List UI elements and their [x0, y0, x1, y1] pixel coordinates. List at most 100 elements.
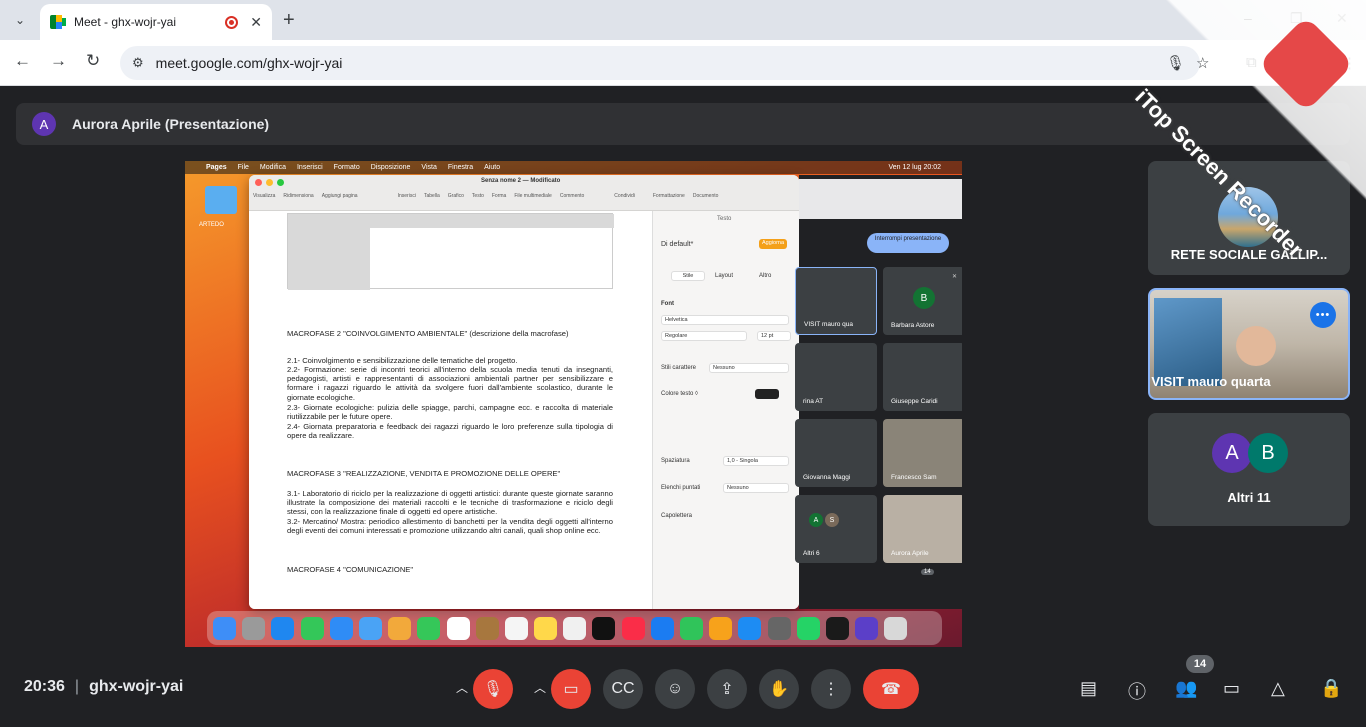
recording-icon [225, 15, 239, 29]
menu-aiuto: Aiuto [484, 164, 501, 171]
bullets-label: Elenchi puntati [661, 485, 701, 491]
reload-icon[interactable]: ↻ [86, 51, 100, 71]
participant-name: VISIT mauro quarta [1151, 374, 1271, 389]
doc-paragraph: 2.4- Giornata preparatoria e feedback de… [287, 422, 613, 441]
tab-stile[interactable]: Stile [671, 271, 705, 281]
raise-hand-button[interactable]: ✋ [759, 669, 799, 709]
font-weight-select[interactable]: Regolare [661, 331, 747, 341]
forward-arrow-icon[interactable]: → [50, 51, 67, 71]
reminders-icon [504, 616, 528, 640]
font-name-select[interactable]: Helvetica [661, 315, 789, 325]
bullets-select[interactable]: Nessuno [723, 483, 789, 493]
mirror-stop-presenting: Interrompi presentazione [867, 233, 949, 253]
host-controls-lock-icon[interactable]: 🔒 [1320, 678, 1342, 699]
format-sidebar: Testo Di default* Aggiorna Stile Layout … [652, 211, 799, 609]
launchpad-icon [242, 616, 266, 640]
tool-tabella: Tabella [423, 193, 440, 199]
presenter-avatar: A [32, 112, 56, 136]
video-background [1154, 298, 1222, 386]
paragraph-style-select[interactable]: Di default* [661, 241, 693, 248]
tab-altro[interactable]: Altro [759, 273, 771, 279]
apple-tv-icon [592, 616, 616, 640]
mic-toggle-button[interactable]: 🎙 [473, 669, 513, 709]
doc-paragraph: 2.2- Formazione: serie di incontri teori… [287, 365, 613, 402]
meeting-info: 20:36 | ghx-wojr-yai [24, 678, 184, 695]
quik-icon [825, 616, 849, 640]
tab-search-chevron-icon[interactable]: ⌄ [8, 8, 32, 32]
desktop-folder-label: ARTEDO [199, 222, 224, 228]
menu-disposizione: Disposizione [370, 164, 411, 171]
tab-layout[interactable]: Layout [715, 273, 733, 279]
meeting-details-icon[interactable]: ⓘ [1128, 678, 1146, 704]
mirror-avatar: S [825, 513, 839, 527]
imovie-star-icon [855, 616, 879, 640]
tool-forma: Forma [491, 193, 507, 199]
spacing-select[interactable]: 1,0 - Singola [723, 456, 789, 466]
doc-paragraph: 2.3- Giornate ecologiche: pulizia delle … [287, 403, 613, 422]
site-settings-icon[interactable]: ⚙ [132, 55, 144, 71]
tool-ridimensiona: Ridimensiona [283, 193, 314, 199]
char-styles-select[interactable]: Nessuno [709, 363, 789, 373]
people-count-badge: 14 [1186, 655, 1214, 673]
participant-tile-others[interactable]: A B Altri 11 [1148, 413, 1350, 526]
more-options-button[interactable]: ⋮ [811, 669, 851, 709]
camera-toggle-button[interactable]: ▭ [551, 669, 591, 709]
music-icon [621, 616, 645, 640]
more-vert-icon: ⋮ [823, 681, 839, 698]
chat-icon[interactable]: ▭ [1223, 678, 1240, 699]
new-tab-button[interactable]: + [283, 9, 295, 32]
participant-name: RETE SOCIALE GALLIP... [1170, 247, 1328, 262]
captions-button[interactable]: CC [603, 669, 643, 709]
trash-icon [884, 616, 908, 640]
text-color-swatch[interactable] [755, 389, 779, 399]
browser-tab-meet[interactable]: Meet - ghx-wojr-yai ✕ [40, 4, 272, 40]
doc-heading-macrofase-2: MACROFASE 2 "COINVOLGIMENTO AMBIENTALE" … [287, 329, 569, 338]
sidebar-header: Testo [717, 216, 732, 222]
audio-options-chevron-icon[interactable]: ︿ [456, 679, 468, 696]
participant-tile-visit-mauro[interactable]: ••• VISIT mauro quarta [1148, 288, 1350, 400]
activities-icon[interactable]: △ [1271, 678, 1285, 699]
address-bar[interactable]: ⚙ meet.google.com/ghx-wojr-yai [120, 46, 1200, 80]
people-icon[interactable]: 👥 [1175, 678, 1197, 699]
text-color-label: Colore testo ◊ [661, 391, 698, 397]
pages-titlebar: Senza nome 2 — Modificato Visualizza Rid… [249, 175, 799, 211]
document-page[interactable]: MACROFASE 2 "COINVOLGIMENTO AMBIENTALE" … [249, 211, 652, 609]
numbers-icon [680, 616, 703, 640]
update-button[interactable]: Aggiorna [759, 239, 788, 249]
maps-icon [358, 616, 382, 640]
mic-off-icon: ✕ [951, 274, 957, 280]
notes-icon [534, 616, 558, 640]
mac-clock: Ven 12 lug 20:02 [888, 164, 941, 171]
reactions-button[interactable]: ☺ [655, 669, 695, 709]
meet-mirror: Interrompi presentazione VISIT mauro qua… [795, 175, 962, 609]
mirror-tile: VISIT mauro qua [795, 267, 877, 335]
mirror-avatar: B [913, 287, 935, 309]
tab-title: Meet - ghx-wojr-yai [74, 15, 177, 29]
video-options-chevron-icon[interactable]: ︿ [534, 679, 546, 696]
mirror-count: 14 [921, 569, 934, 575]
tool-condividi: Condividi [614, 193, 635, 199]
whatsapp-icon [796, 616, 820, 640]
finder-icon [213, 616, 236, 640]
tool-inserisci: Inserisci [397, 193, 416, 199]
layout-icon[interactable]: ▤ [1080, 678, 1097, 699]
system-settings-icon [767, 616, 791, 640]
phone-hangup-icon: ☎ [881, 681, 901, 698]
meet-control-bar: 20:36 | ghx-wojr-yai ︿ 🎙 ︿ ▭ CC ☺ ⇪ ✋ ⋮ ☎ … [0, 650, 1366, 727]
tab-close-icon[interactable]: ✕ [250, 14, 262, 31]
present-button[interactable]: ⇪ [707, 669, 747, 709]
hand-icon: ✋ [769, 681, 789, 698]
pages-window: Senza nome 2 — Modificato Visualizza Rid… [249, 175, 799, 609]
mirror-tile: Aurora Aprile [883, 495, 962, 563]
mirror-tile: B Barbara Astore ✕ [883, 267, 962, 335]
mac-menubar: Pages File Modifica Inserisci Formato Di… [185, 161, 962, 174]
menu-formato: Formato [333, 164, 360, 171]
calendar-icon [446, 616, 470, 640]
mirror-tile: Francesco Sam [883, 419, 962, 487]
menu-file: File [237, 164, 249, 171]
font-size-stepper[interactable]: 12 pt [757, 331, 791, 341]
doc-paragraph: 3.2- Mercatino/ Mostra: periodico allest… [287, 517, 613, 536]
back-arrow-icon[interactable]: ← [14, 51, 31, 71]
leave-call-button[interactable]: ☎ [863, 669, 919, 709]
mac-dock [207, 611, 942, 645]
